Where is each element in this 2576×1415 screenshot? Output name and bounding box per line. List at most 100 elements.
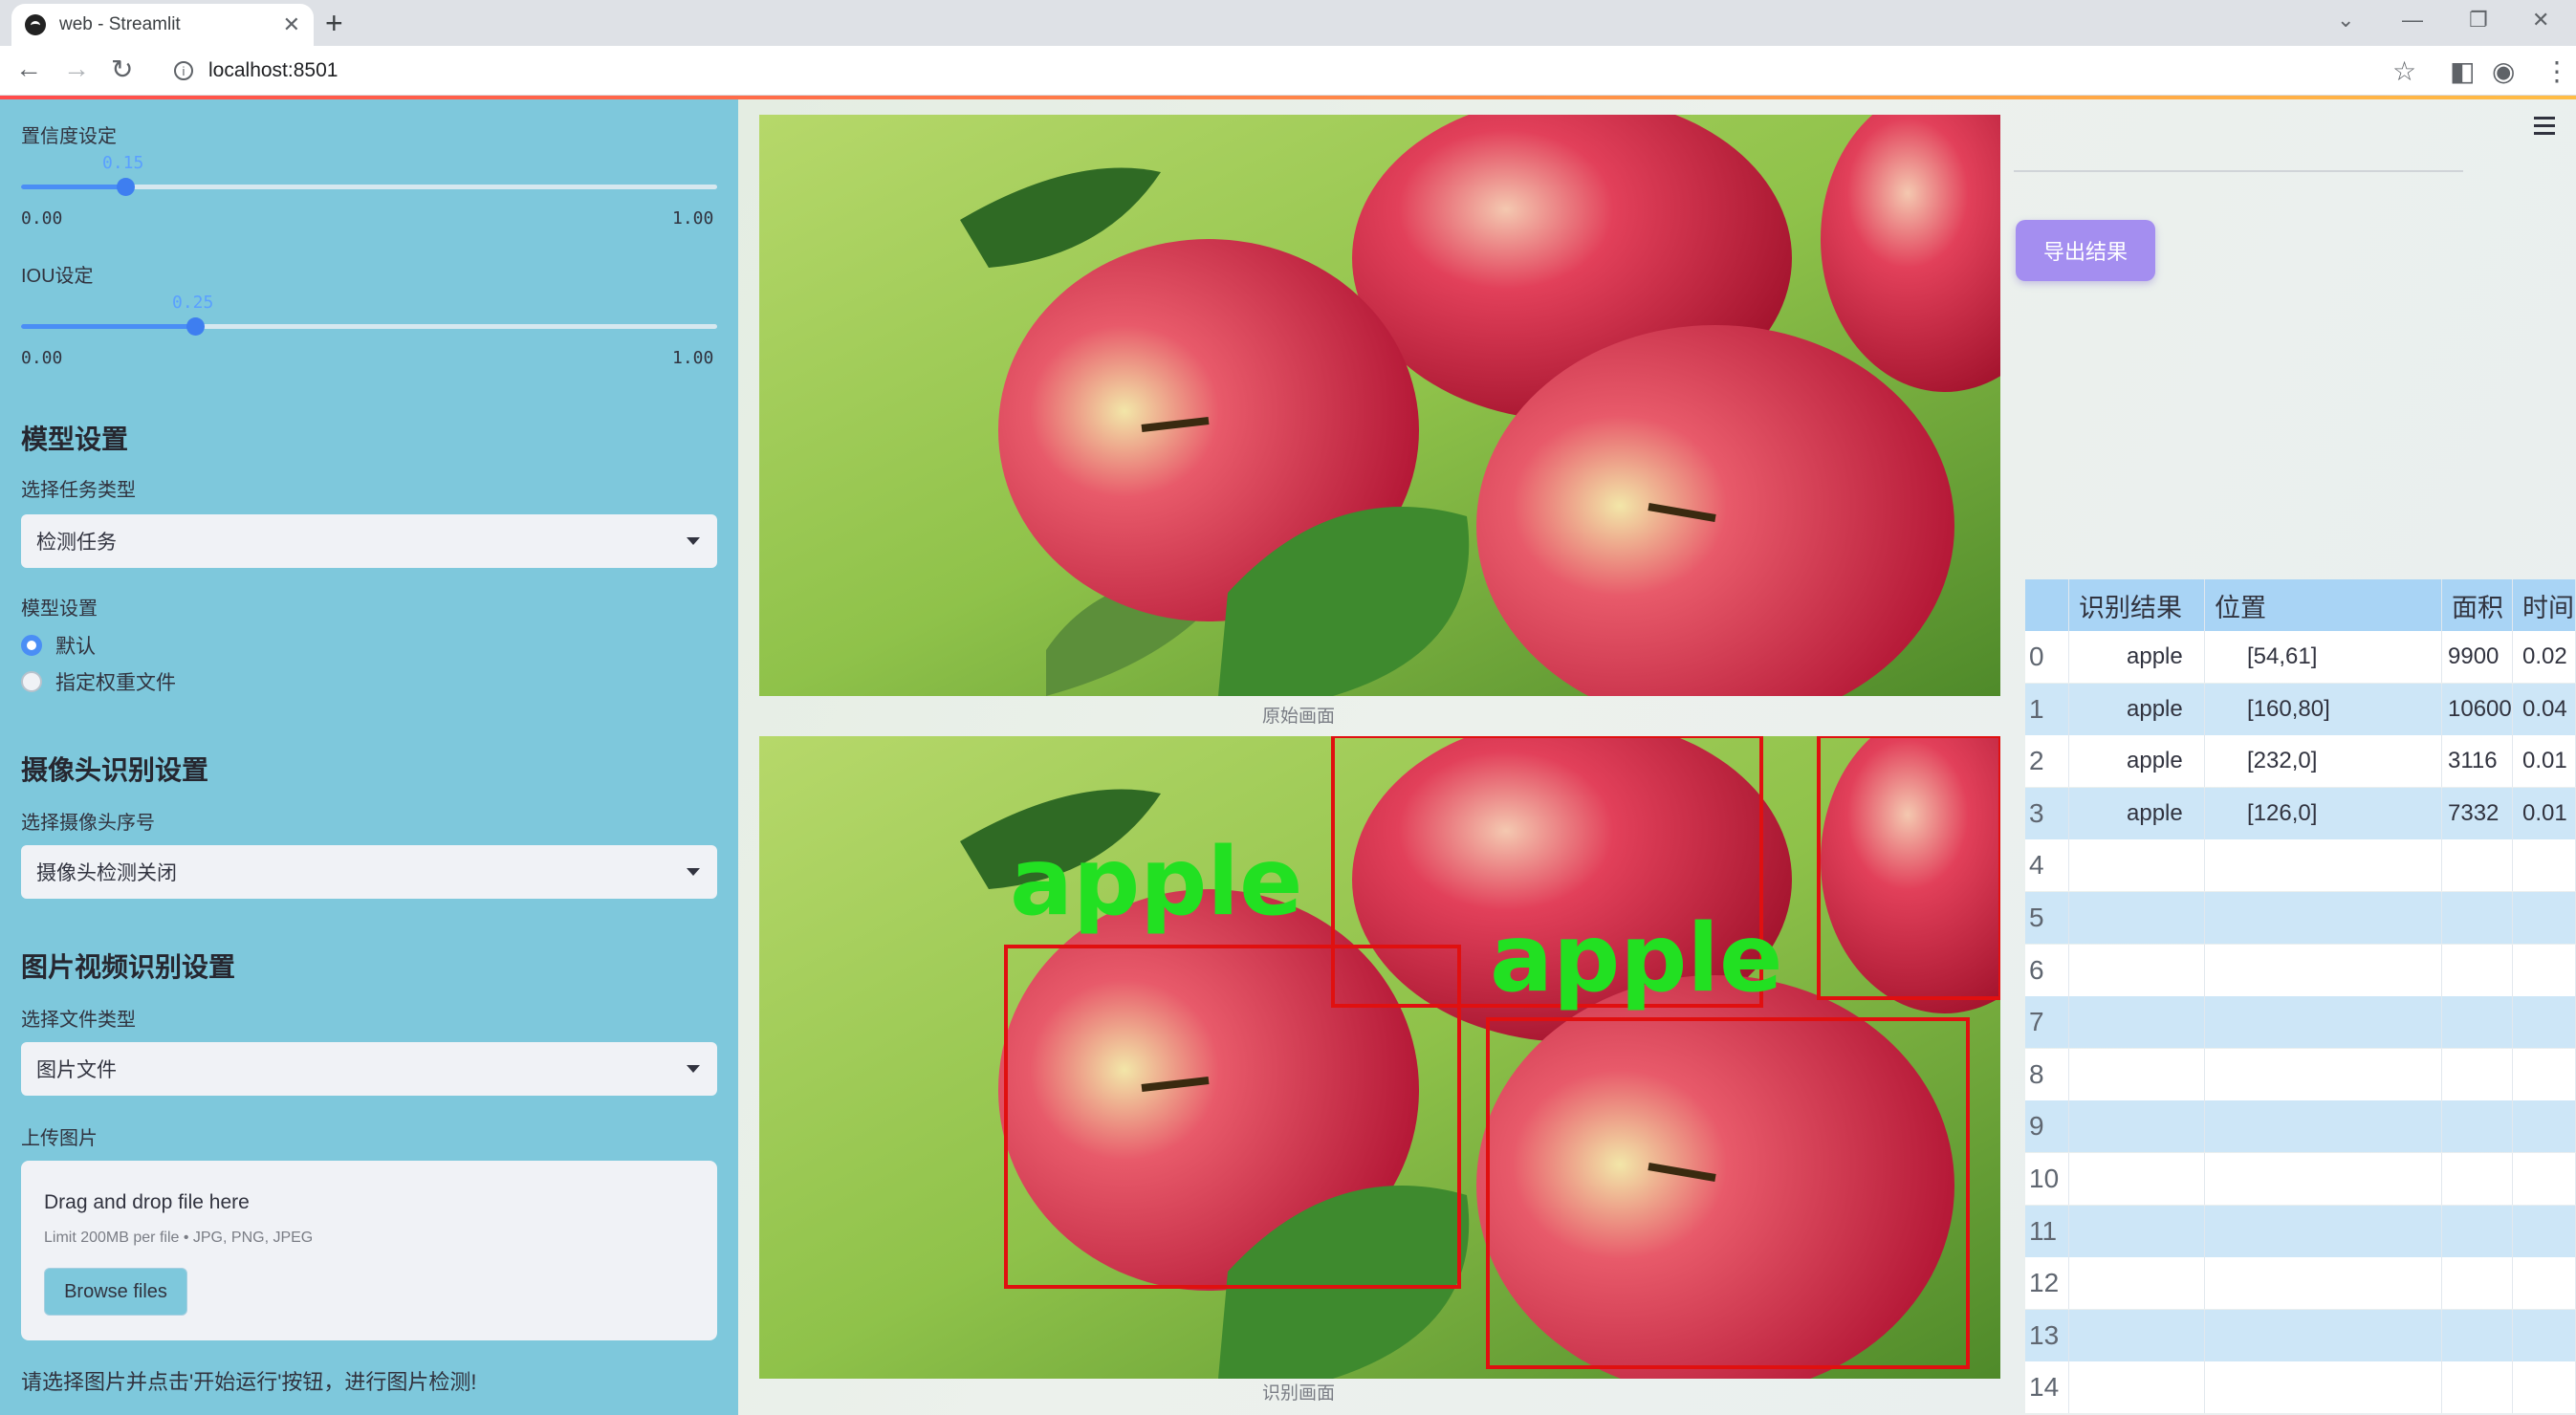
table-header-cell[interactable]: 面积 [2442,579,2513,631]
iou-slider[interactable] [21,317,717,336]
table-row[interactable]: 0 apple [54,61] 9900 0.02 [2025,631,2576,683]
table-cell-area [2442,1048,2513,1100]
chevron-down-icon [687,868,700,876]
forward-icon[interactable]: → [63,54,90,84]
address-bar[interactable]: i localhost:8501 [153,52,2390,90]
back-icon[interactable]: ← [15,54,42,84]
reload-icon[interactable]: ↻ [111,54,133,85]
table-cell-time [2513,892,2576,944]
radio-unselected-icon[interactable] [21,671,42,692]
camera-index-select[interactable]: 摄像头检测关闭 [21,845,717,899]
table-cell-idx: 12 [2025,1257,2069,1310]
radio-default[interactable]: 默认 [21,631,96,660]
table-cell-pos [2205,1361,2442,1414]
table-row[interactable]: 7 [2025,996,2576,1049]
file-uploader-dropzone[interactable]: Drag and drop file here Limit 200MB per … [21,1161,717,1340]
table-cell-pos: [232,0] [2205,735,2442,788]
table-cell-result [2069,839,2205,892]
table-row[interactable]: 6 [2025,944,2576,996]
table-row[interactable]: 4 [2025,839,2576,892]
site-info-icon[interactable]: i [174,61,193,80]
new-tab-icon[interactable]: + [325,6,343,41]
radio-selected-icon[interactable] [21,635,42,656]
table-cell-result: apple [2069,787,2205,839]
table-cell-idx: 14 [2025,1361,2069,1414]
browser-tab[interactable]: web - Streamlit ✕ [11,4,314,46]
table-row[interactable]: 3 apple [126,0] 7332 0.01 [2025,787,2576,839]
table-header-cell[interactable] [2025,579,2069,631]
table-cell-time: 0.04 [2513,683,2576,735]
close-tab-icon[interactable]: ✕ [283,12,300,37]
radio-custom-weights[interactable]: 指定权重文件 [21,667,176,696]
table-cell-time [2513,1048,2576,1100]
model-setting-label: 模型设置 [21,599,98,620]
table-cell-pos: [54,61] [2205,631,2442,683]
table-cell-result [2069,1309,2205,1361]
profile-avatar-icon[interactable]: ◉ [2492,55,2515,87]
table-row[interactable]: 11 [2025,1205,2576,1257]
minimize-icon[interactable]: — [2402,8,2423,33]
table-row[interactable]: 12 [2025,1257,2576,1310]
tab-search-icon[interactable]: ⌄ [2337,8,2354,33]
address-bar-row: ← → ↻ i localhost:8501 ☆ ◧ ◉ ⋮ [0,46,2576,96]
original-image-caption: 原始画面 [1262,707,1336,727]
table-cell-time [2513,1361,2576,1414]
table-cell-idx: 3 [2025,787,2069,839]
table-cell-time [2513,1205,2576,1257]
table-cell-result [2069,892,2205,944]
restore-icon[interactable]: ❐ [2469,8,2488,33]
table-cell-area [2442,1153,2513,1205]
browser-menu-icon[interactable]: ⋮ [2543,55,2570,87]
hamburger-menu-icon[interactable] [2534,117,2555,140]
table-cell-pos [2205,1048,2442,1100]
table-row[interactable]: 8 [2025,1048,2576,1100]
table-cell-idx: 10 [2025,1153,2069,1205]
table-cell-area [2442,1361,2513,1414]
table-row[interactable]: 2 apple [232,0] 3116 0.01 [2025,735,2576,788]
iou-slider-thumb[interactable] [186,317,205,336]
table-cell-area: 10600 [2442,683,2513,735]
table-cell-pos [2205,1309,2442,1361]
table-cell-pos [2205,1205,2442,1257]
table-cell-area: 9900 [2442,631,2513,683]
task-type-label: 选择任务类型 [21,480,136,501]
table-cell-area: 7332 [2442,787,2513,839]
sidebar: 置信度设定 0.15 0.00 1.00 IOU设定 0.25 0.00 1.0… [0,99,738,1415]
table-row[interactable]: 1 apple [160,80] 10600 0.04 [2025,683,2576,735]
camera-index-value: 摄像头检测关闭 [36,862,177,884]
table-row[interactable]: 9 [2025,1100,2576,1153]
conf-slider[interactable] [21,178,717,196]
table-cell-area [2442,1257,2513,1310]
table-header-cell[interactable]: 时间 [2513,579,2576,631]
conf-slider-thumb[interactable] [117,178,135,196]
table-cell-idx: 7 [2025,996,2069,1049]
model-section-title: 模型设置 [21,424,129,454]
conf-slider-fill [21,185,125,189]
table-cell-result [2069,996,2205,1049]
iou-slider-fill [21,324,195,329]
export-results-button[interactable]: 导出结果 [2016,220,2155,281]
table-row[interactable]: 14 [2025,1361,2576,1414]
chevron-down-icon [687,537,700,545]
window-close-icon[interactable]: ✕ [2532,8,2549,33]
table-header-cell[interactable]: 识别结果 [2069,579,2205,631]
table-row[interactable]: 10 [2025,1153,2576,1205]
table-row[interactable]: 13 [2025,1309,2576,1361]
table-cell-time [2513,1309,2576,1361]
table-cell-time: 0.01 [2513,787,2576,839]
table-cell-result [2069,1361,2205,1414]
table-cell-idx: 5 [2025,892,2069,944]
table-header-cell[interactable]: 位置 [2205,579,2442,631]
task-type-select[interactable]: 检测任务 [21,514,717,568]
browse-files-button[interactable]: Browse files [44,1268,187,1316]
result-image: apple apple [759,736,2000,1379]
table-cell-pos: [160,80] [2205,683,2442,735]
file-type-select[interactable]: 图片文件 [21,1042,717,1096]
table-cell-time [2513,944,2576,996]
bookmark-star-icon[interactable]: ☆ [2392,55,2416,87]
radio-default-label: 默认 [55,636,96,658]
table-cell-area [2442,996,2513,1049]
side-panel-icon[interactable]: ◧ [2450,55,2475,87]
table-cell-pos [2205,1100,2442,1153]
table-row[interactable]: 5 [2025,892,2576,944]
